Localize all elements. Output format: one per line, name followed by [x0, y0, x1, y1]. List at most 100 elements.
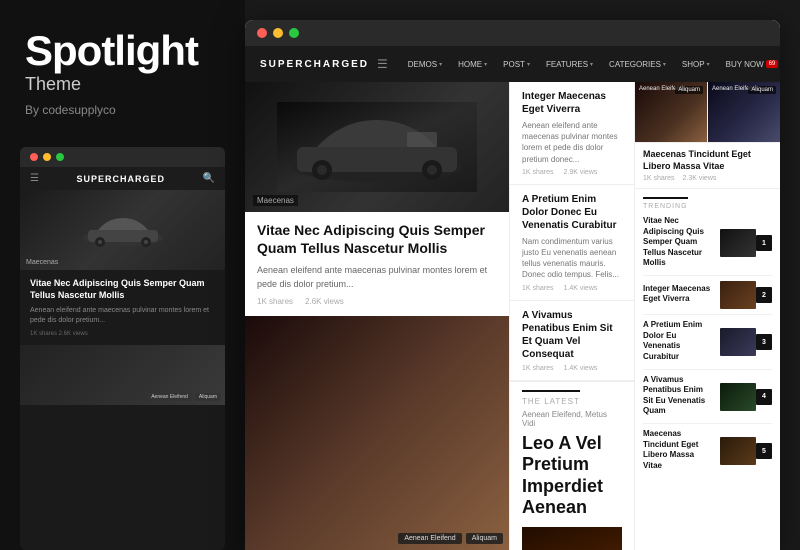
trending-item-1: Vitae Nec Adipiscing Quis Semper Quam Te…	[643, 216, 772, 276]
nav-hamburger-icon[interactable]: ☰	[377, 57, 388, 71]
story1-shares: 1K shares	[522, 169, 554, 176]
browser-dot-red[interactable]	[257, 28, 267, 38]
trending-1-title: Vitae Nec Adipiscing Quis Semper Quam Te…	[643, 216, 714, 268]
trending-3-text: A Pretium Enim Dolor Eu Venenatis Curabi…	[643, 320, 714, 364]
mini-hero-tag: Maecenas	[26, 259, 58, 266]
trending-4-title: A Vivamus Penatibus Enim Sit Eu Venenati…	[643, 375, 714, 417]
mini-hamburger-icon: ☰	[30, 173, 39, 184]
nav-item-post[interactable]: POST▾	[495, 46, 538, 82]
post-arrow-icon: ▾	[527, 61, 530, 68]
trending-item-2: Integer Maecenas Eget Viverra 2	[643, 281, 772, 315]
main-browser: SUPERCHARGED ☰ DEMOS▾ HOME▾ POST▾ FEATUR…	[245, 20, 780, 550]
home-arrow-icon: ▾	[484, 61, 487, 68]
top-story-3-meta: 1K shares 1.4K views	[522, 365, 622, 372]
top-story-1-text: Integer Maecenas Eget Viverra Aenean ele…	[522, 90, 622, 176]
nav-item-features[interactable]: FEATURES▾	[538, 46, 601, 82]
spotlight-subtitle: Theme	[25, 74, 220, 95]
mini-search-icon: 🔍	[203, 173, 215, 184]
hero-excerpt: Aenean eleifend ante maecenas pulvinar m…	[257, 264, 497, 291]
trending-1-num-wrap: 1	[720, 229, 772, 257]
trending-5-num-wrap: 5	[720, 437, 772, 465]
right-image-1: Aenean Eleifend Aliquam	[635, 82, 708, 142]
mini-content: Vitae Nec Adipiscing Quis Semper Quam Te…	[20, 270, 225, 345]
hero-meta: 1K shares 2.6K views	[257, 297, 497, 306]
spotlight-by: By codesupplyco	[25, 103, 220, 117]
hero-image: Maecenas	[245, 82, 509, 212]
mini-article-title: Vitae Nec Adipiscing Quis Semper Quam Te…	[30, 278, 215, 301]
demos-arrow-icon: ▾	[439, 61, 442, 68]
content-right: Aenean Eleifend Aliquam Aenean Eleifend …	[635, 82, 780, 550]
site-content: Maecenas Vitae Nec Adipiscing Quis Sempe…	[245, 82, 780, 550]
mini-tag-2: Aliquam	[195, 393, 221, 401]
right-img-2-tag: Aliquam	[748, 86, 776, 94]
categories-arrow-icon: ▾	[663, 61, 666, 68]
story3-views: 1.4K views	[564, 365, 598, 372]
mini-car-svg	[78, 210, 168, 250]
hero-tag: Maecenas	[253, 195, 298, 206]
latest-byline: Aenean Eleifend, Metus Vidi	[522, 410, 622, 428]
hero-title: Vitae Nec Adipiscing Quis Semper Quam Te…	[257, 222, 497, 257]
nav-item-buynow[interactable]: BUY NOW 69	[718, 46, 780, 82]
trending-4-text: A Vivamus Penatibus Enim Sit Eu Venenati…	[643, 375, 714, 419]
story3-shares: 1K shares	[522, 365, 554, 372]
hero-shares: 1K shares	[257, 297, 293, 306]
hero-bottom-tags: Aenean Eleifend Aliquam	[398, 533, 503, 544]
top-story-3-text: A Vivamus Penatibus Enim Sit Et Quam Vel…	[522, 309, 622, 372]
latest-title: Leo A Vel Pretium Imperdiet Aenean	[522, 433, 622, 519]
shop-arrow-icon: ▾	[707, 61, 710, 68]
story1-views: 2.9K views	[564, 169, 598, 176]
nav-item-shop[interactable]: SHOP▾	[674, 46, 718, 82]
top-story-2: A Pretium Enim Dolor Donec Eu Venenatis …	[510, 185, 634, 301]
mini-footer-tags: Aenean Eleifend Aliquam	[147, 393, 221, 401]
mini-nav: ☰ SUPERCHARGED 🔍	[20, 167, 225, 190]
hero-tag-1: Aenean Eleifend	[398, 533, 461, 544]
top-story-2-text: A Pretium Enim Dolor Donec Eu Venenatis …	[522, 193, 622, 292]
buynow-badge: 69	[766, 60, 779, 68]
trending-item-5: Maecenas Tincidunt Eget Libero Massa Vit…	[643, 429, 772, 478]
trending-3-thumb	[720, 328, 756, 356]
nav-item-demos[interactable]: DEMOS▾	[400, 46, 450, 82]
browser-chrome	[245, 20, 780, 46]
trending-4-num: 4	[756, 389, 772, 405]
top-stories: Integer Maecenas Eget Viverra Aenean ele…	[510, 82, 634, 382]
trending-label: TRENDING	[643, 197, 688, 210]
trending-3-title: A Pretium Enim Dolor Eu Venenatis Curabi…	[643, 320, 714, 362]
story2-shares: 1K shares	[522, 285, 554, 292]
hero-text: Vitae Nec Adipiscing Quis Semper Quam Te…	[245, 212, 509, 316]
hero-car-svg	[277, 102, 477, 192]
mini-logo: SUPERCHARGED	[77, 174, 166, 184]
top-story-1-title: Integer Maecenas Eget Viverra	[522, 90, 622, 116]
top-story-2-excerpt: Nam condimentum varius justo Eu venenati…	[522, 236, 622, 281]
browser-dot-yellow[interactable]	[273, 28, 283, 38]
mini-tag-1: Aenean Eleifend	[147, 393, 192, 401]
features-arrow-icon: ▾	[590, 61, 593, 68]
nav-item-categories[interactable]: CATEGORIES▾	[601, 46, 674, 82]
nav-items: DEMOS▾ HOME▾ POST▾ FEATURES▾ CATEGORIES▾…	[400, 46, 780, 82]
trending-5-num: 5	[756, 443, 772, 459]
spotlight-title: Spotlight	[25, 30, 220, 72]
site-nav: SUPERCHARGED ☰ DEMOS▾ HOME▾ POST▾ FEATUR…	[245, 46, 780, 82]
trending-2-thumb	[720, 281, 756, 309]
trending-4-num-wrap: 4	[720, 383, 772, 411]
trending-1-thumb	[720, 229, 756, 257]
hero-bottom-image: Aenean Eleifend Aliquam	[245, 316, 509, 550]
hero-tag-2: Aliquam	[466, 533, 503, 544]
browser-dot-green[interactable]	[289, 28, 299, 38]
left-top: Spotlight Theme By codesupplyco	[0, 0, 245, 137]
mini-dot-red	[30, 153, 38, 161]
top-story-3-title: A Vivamus Penatibus Enim Sit Et Quam Vel…	[522, 309, 622, 361]
trending-item-3: A Pretium Enim Dolor Eu Venenatis Curabi…	[643, 320, 772, 370]
trending-2-text: Integer Maecenas Eget Viverra	[643, 284, 714, 307]
content-left: Maecenas Vitae Nec Adipiscing Quis Sempe…	[245, 82, 510, 550]
nav-item-home[interactable]: HOME▾	[450, 46, 495, 82]
mini-browser-preview: ☰ SUPERCHARGED 🔍 Maecenas Vitae Nec Adip…	[20, 147, 225, 550]
maecenas-views: 2.3K views	[683, 175, 717, 182]
content-middle: Integer Maecenas Eget Viverra Aenean ele…	[510, 82, 635, 550]
latest-section: THE LATEST Aenean Eleifend, Metus Vidi L…	[510, 382, 634, 550]
mini-car-image	[20, 190, 225, 270]
trending-4-thumb	[720, 383, 756, 411]
maecenas-sidebar-item: Maecenas Tincidunt Eget Libero Massa Vit…	[635, 143, 780, 189]
right-image-2: Aenean Eleifend Aliquam	[708, 82, 780, 142]
mini-hero-image: Maecenas	[20, 190, 225, 270]
site-logo: SUPERCHARGED	[260, 59, 369, 70]
